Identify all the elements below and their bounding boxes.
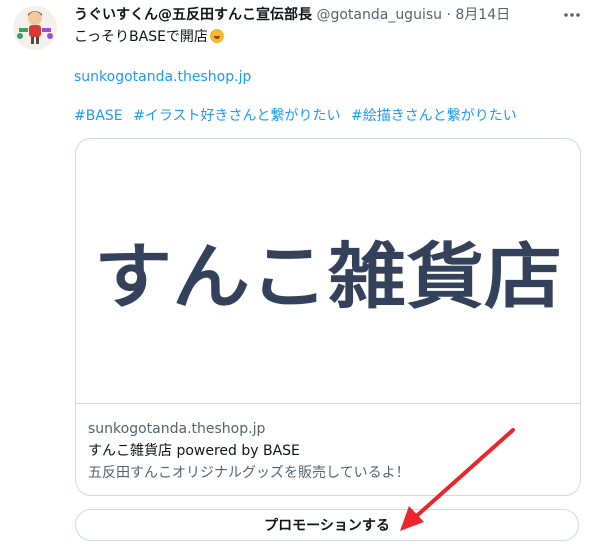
card-domain: sunkogotanda.theshop.jp [88,421,266,437]
tweet-link[interactable]: sunkogotanda.theshop.jp [74,69,251,85]
avatar-illustration [13,6,57,50]
hashtags: #BASE #イラスト好きさんと繋がりたい #絵描きさんと繋がりたい [74,106,523,126]
more-options-icon[interactable] [558,4,586,26]
tweet-text-body: こっそりBASEで開店 [74,29,208,45]
card-title: すんこ雑貨店 powered by BASE [88,443,300,459]
tweet-text: こっそりBASEで開店 [74,27,224,47]
card-logo-text: すんこ雑貨店 [93,236,562,319]
link-card[interactable]: すんこ雑貨店 sunkogotanda.theshop.jp すんこ雑貨店 po… [75,138,581,496]
promote-button[interactable]: プロモーションする [75,509,579,541]
hashtag-artist[interactable]: #絵描きさんと繋がりたい [351,108,517,124]
card-image[interactable]: すんこ雑貨店 [76,139,580,404]
tweet-date[interactable]: 8月14日 [455,7,510,23]
author-name[interactable]: うぐいすくん@五反田すんこ宣伝部長 [74,7,312,23]
shushing-face-emoji-icon [209,29,224,43]
promote-button-label: プロモーションする [264,518,390,534]
avatar[interactable] [13,6,57,50]
hashtag-illustration[interactable]: #イラスト好きさんと繋がりたい [133,108,340,124]
tweet-header: うぐいすくん@五反田すんこ宣伝部長 @gotanda_uguisu · 8月14… [74,5,544,25]
card-description: 五反田すんこオリジナルグッズを販売しているよ！ [88,465,410,481]
author-handle[interactable]: @gotanda_uguisu [316,7,442,23]
separator-dot: · [446,7,451,23]
hashtag-base[interactable]: #BASE [74,108,123,124]
tweet-link-line: sunkogotanda.theshop.jp [74,67,251,87]
